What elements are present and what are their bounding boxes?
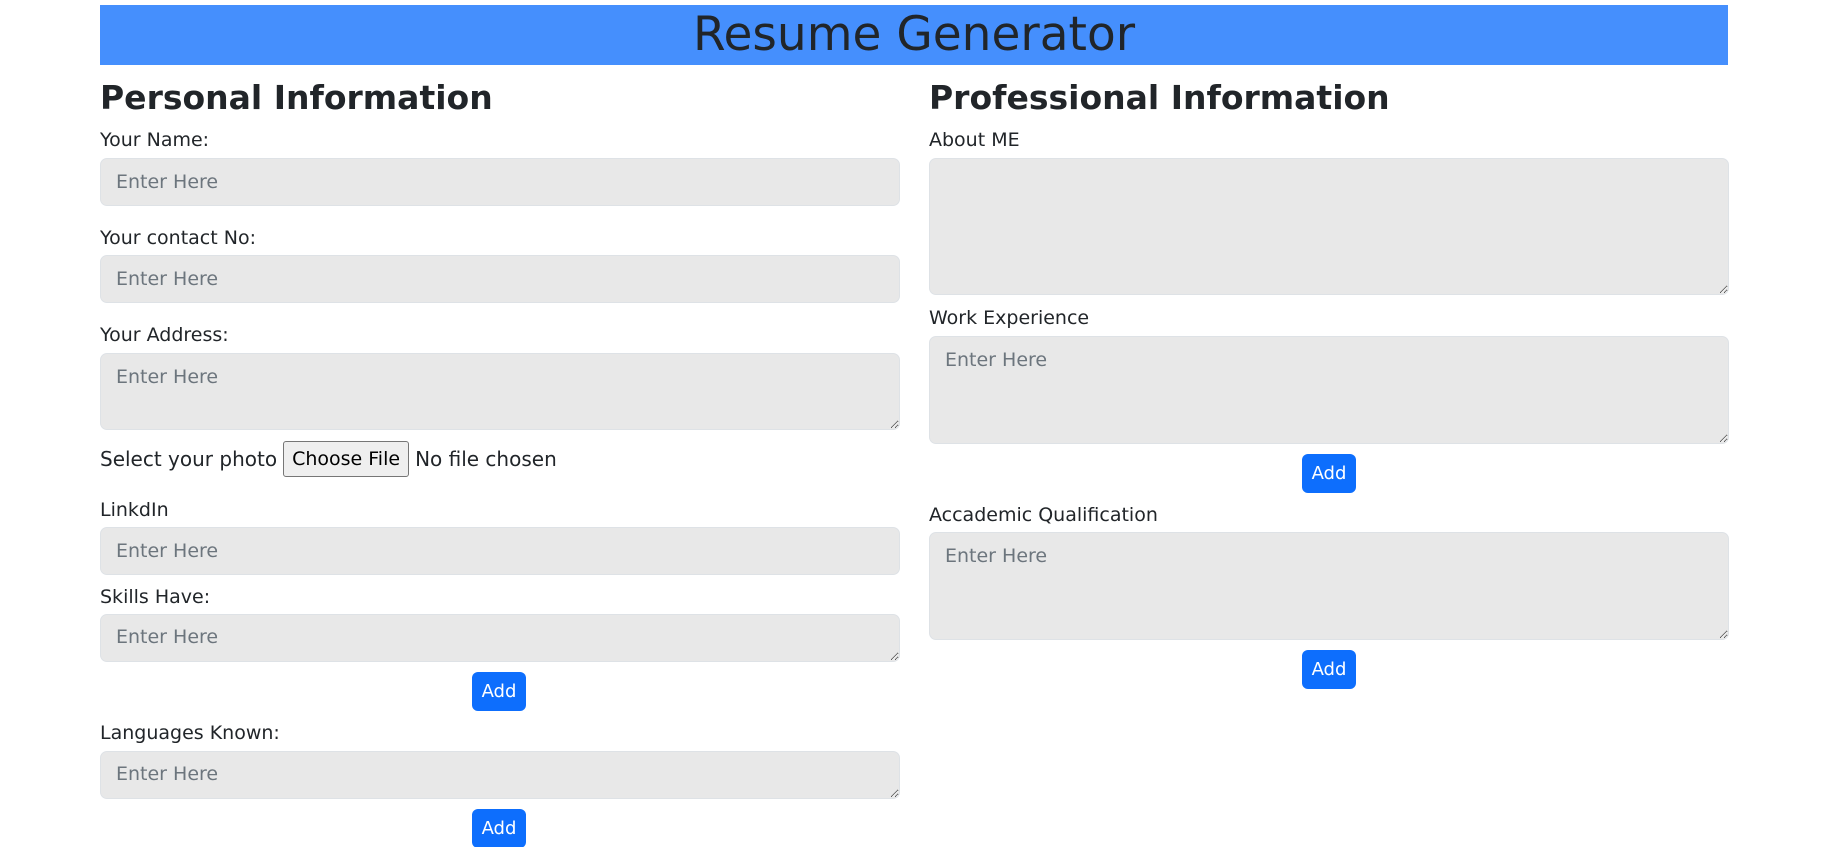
personal-information-section: Personal Information Your Name: Your con… bbox=[100, 72, 900, 847]
add-language-button[interactable]: Add bbox=[472, 809, 526, 847]
professional-information-section: Professional Information About ME Work E… bbox=[929, 72, 1729, 689]
name-input[interactable] bbox=[100, 158, 900, 206]
work-experience-textarea[interactable] bbox=[929, 336, 1729, 444]
skills-textarea[interactable] bbox=[100, 614, 900, 662]
about-me-label: About ME bbox=[929, 129, 1020, 151]
contact-label: Your contact No: bbox=[100, 227, 256, 249]
linkedin-label: LinkdIn bbox=[100, 499, 169, 521]
add-academic-qualification-button[interactable]: Add bbox=[1302, 650, 1356, 689]
page: Resume Generator Personal Information Yo… bbox=[0, 0, 1822, 847]
languages-textarea[interactable] bbox=[100, 751, 900, 799]
academic-qualification-textarea[interactable] bbox=[929, 532, 1729, 640]
add-work-experience-button[interactable]: Add bbox=[1302, 454, 1356, 493]
contact-input[interactable] bbox=[100, 255, 900, 303]
address-textarea[interactable] bbox=[100, 353, 900, 430]
photo-upload-row: Select your photo Choose File No file ch… bbox=[100, 440, 557, 478]
languages-label: Languages Known: bbox=[100, 722, 280, 744]
personal-section-title: Personal Information bbox=[100, 78, 493, 117]
choose-file-button[interactable]: Choose File bbox=[283, 441, 410, 477]
photo-label: Select your photo bbox=[100, 447, 278, 471]
add-skill-button[interactable]: Add bbox=[472, 672, 526, 711]
linkedin-input[interactable] bbox=[100, 527, 900, 575]
page-header: Resume Generator bbox=[100, 5, 1728, 65]
name-label: Your Name: bbox=[100, 129, 210, 151]
address-label: Your Address: bbox=[100, 324, 229, 346]
academic-qualification-label: Accademic Qualification bbox=[929, 504, 1158, 526]
no-file-text: No file chosen bbox=[415, 447, 557, 471]
skills-label: Skills Have: bbox=[100, 586, 211, 608]
work-experience-label: Work Experience bbox=[929, 307, 1090, 329]
professional-section-title: Professional Information bbox=[929, 78, 1390, 117]
page-title: Resume Generator bbox=[692, 7, 1136, 62]
about-me-textarea[interactable] bbox=[929, 158, 1729, 295]
